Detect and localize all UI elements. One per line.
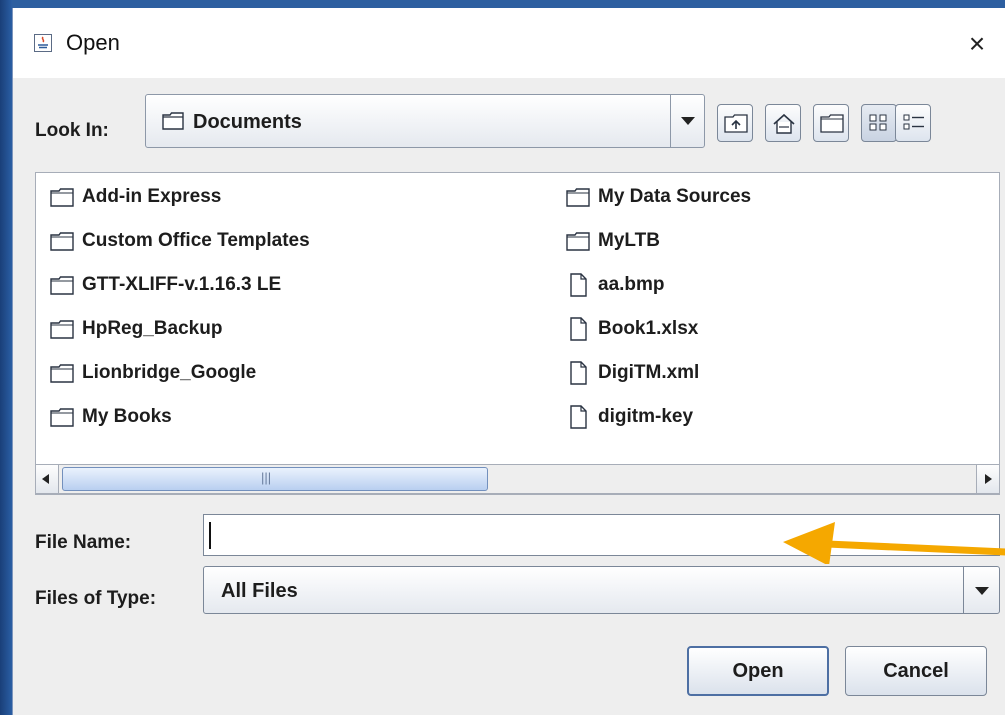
files-of-type-label: Files of Type: [35,588,157,609]
list-item[interactable]: Custom Office Templates [50,227,310,255]
list-item-label: Add-in Express [82,186,222,207]
folder-icon [50,364,74,383]
folder-icon [162,112,184,130]
folder-icon [50,408,74,427]
text-caret [209,522,211,549]
list-view-button[interactable] [861,104,897,142]
open-dialog: Open × Look In: Documents Add-in Express… [12,8,1005,715]
list-item[interactable]: My Data Sources [566,183,751,211]
list-item[interactable]: HpReg_Backup [50,315,222,343]
list-item-label: aa.bmp [598,274,665,295]
look-in-value: Documents [193,111,302,133]
list-item[interactable]: Add-in Express [50,183,221,211]
new-folder-button[interactable] [813,104,849,142]
folder-icon [566,188,590,207]
list-item[interactable]: MyLTB [566,227,660,255]
up-one-level-icon [724,114,748,133]
cancel-button[interactable]: Cancel [845,646,987,696]
list-item[interactable]: aa.bmp [566,271,665,299]
folder-icon [50,188,74,207]
list-item-label: GTT-XLIFF-v.1.16.3 LE [82,274,282,295]
file-name-label: File Name: [35,532,132,553]
list-view-icon [869,114,887,131]
list-item-label: DigiTM.xml [598,362,700,383]
list-item[interactable]: GTT-XLIFF-v.1.16.3 LE [50,271,281,299]
details-view-button[interactable] [895,104,931,142]
file-icon [570,273,587,297]
file-icon [570,361,587,385]
list-item-label: digitm-key [598,406,694,427]
chevron-down-icon[interactable] [670,95,704,147]
horizontal-scrollbar[interactable] [35,464,1000,494]
list-item[interactable]: DigiTM.xml [566,359,699,387]
list-item[interactable]: Lionbridge_Google [50,359,256,387]
look-in-label: Look In: [35,120,109,141]
look-in-dropdown[interactable]: Documents [145,94,705,148]
files-of-type-dropdown[interactable]: All Files [203,566,1000,614]
desktop-background [0,0,1005,8]
list-item-label: MyLTB [598,230,660,251]
java-app-icon [34,34,52,52]
chevron-down-icon[interactable] [963,567,999,613]
folder-icon [50,232,74,251]
list-item-label: Book1.xlsx [598,318,699,339]
home-button[interactable] [765,104,801,142]
scroll-right-icon[interactable] [976,465,999,493]
files-of-type-value: All Files [221,580,298,602]
list-item-label: Lionbridge_Google [82,362,257,383]
new-folder-icon [820,114,844,133]
list-item[interactable]: My Books [50,403,172,431]
file-icon [570,317,587,341]
close-button[interactable]: × [957,24,997,64]
dialog-title: Open [66,30,120,55]
list-item-label: Custom Office Templates [82,230,310,251]
folder-icon [50,320,74,339]
list-item-label: My Data Sources [598,186,752,207]
list-item[interactable]: digitm-key [566,403,693,431]
desktop-edge [0,0,12,715]
scrollbar-thumb[interactable] [62,467,488,491]
folder-icon [566,232,590,251]
file-list[interactable]: Add-in Express Custom Office Templates G… [35,172,1000,495]
title-bar: Open × [13,8,1005,78]
open-button[interactable]: Open [687,646,829,696]
up-one-level-button[interactable] [717,104,753,142]
file-icon [570,405,587,429]
scroll-left-icon[interactable] [36,465,59,493]
list-item-label: My Books [82,406,172,427]
list-item-label: HpReg_Backup [82,318,223,339]
annotation-arrow-icon [783,522,1005,564]
details-view-icon [903,114,924,130]
folder-icon [50,276,74,295]
list-item[interactable]: Book1.xlsx [566,315,698,343]
home-icon [773,113,795,134]
